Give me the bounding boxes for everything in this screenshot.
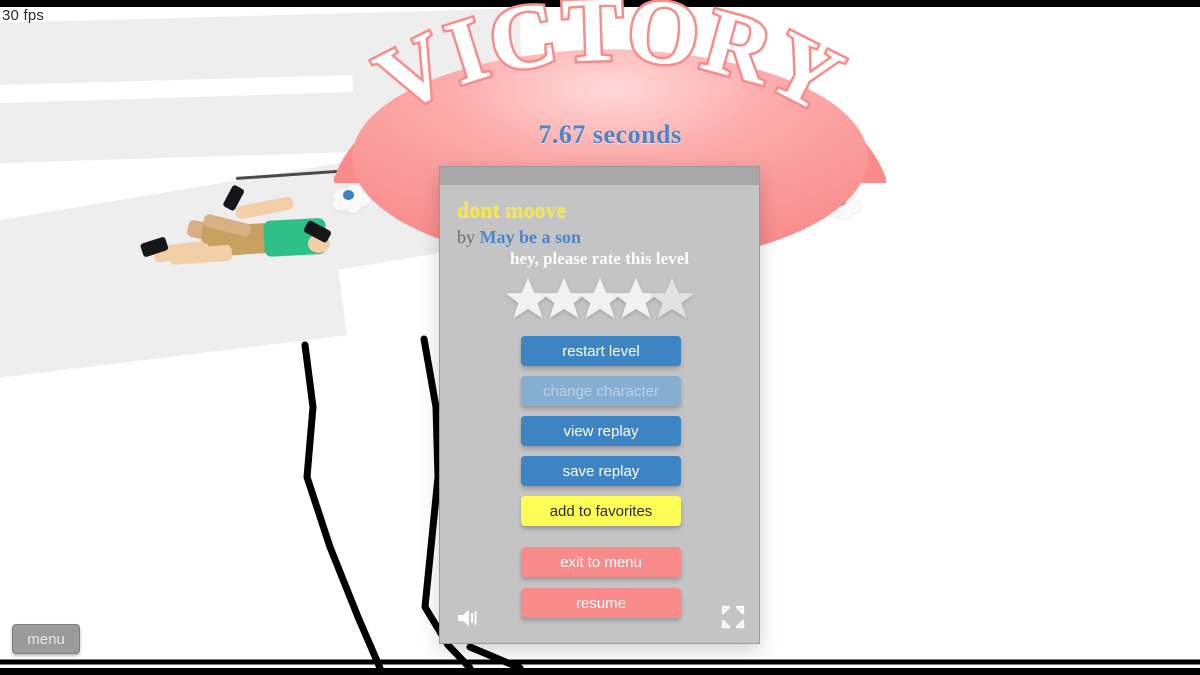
level-author-link[interactable]: May be a son: [480, 227, 582, 247]
fullscreen-icon[interactable]: [719, 603, 747, 631]
restart-level-button[interactable]: restart level: [521, 336, 681, 366]
panel-title-bar: [440, 167, 759, 185]
change-character-button[interactable]: change character: [521, 376, 681, 406]
menu-button[interactable]: menu: [12, 624, 80, 654]
character-arm-upper: [234, 196, 295, 220]
ragdoll-character: [139, 184, 333, 282]
bottom-letterbox-bar: [0, 668, 1200, 675]
star-rating[interactable]: [440, 277, 759, 319]
game-screen: VICTORY 7.67 seconds dont moove by May b…: [0, 0, 1200, 675]
victory-panel: dont moove by May be a son hey, please r…: [439, 166, 760, 644]
level-author-line: by May be a son: [457, 227, 581, 248]
save-replay-button[interactable]: save replay: [521, 456, 681, 486]
view-replay-button[interactable]: view replay: [521, 416, 681, 446]
fps-counter: 30 fps: [2, 7, 45, 24]
exit-to-menu-button[interactable]: exit to menu: [521, 547, 681, 577]
by-prefix: by: [457, 227, 475, 247]
rate-prompt: hey, please rate this level: [510, 249, 689, 268]
speaker-icon[interactable]: [456, 607, 482, 629]
flower-decoration: [333, 185, 370, 215]
rating-star-5[interactable]: [649, 276, 695, 320]
flower-decoration: [825, 191, 862, 221]
top-letterbox-bar: [0, 0, 1200, 7]
resume-button[interactable]: resume: [521, 588, 681, 618]
character-leg-near: [169, 244, 233, 265]
add-to-favorites-button[interactable]: add to favorites: [521, 496, 681, 526]
level-title: dont moove: [457, 197, 567, 222]
